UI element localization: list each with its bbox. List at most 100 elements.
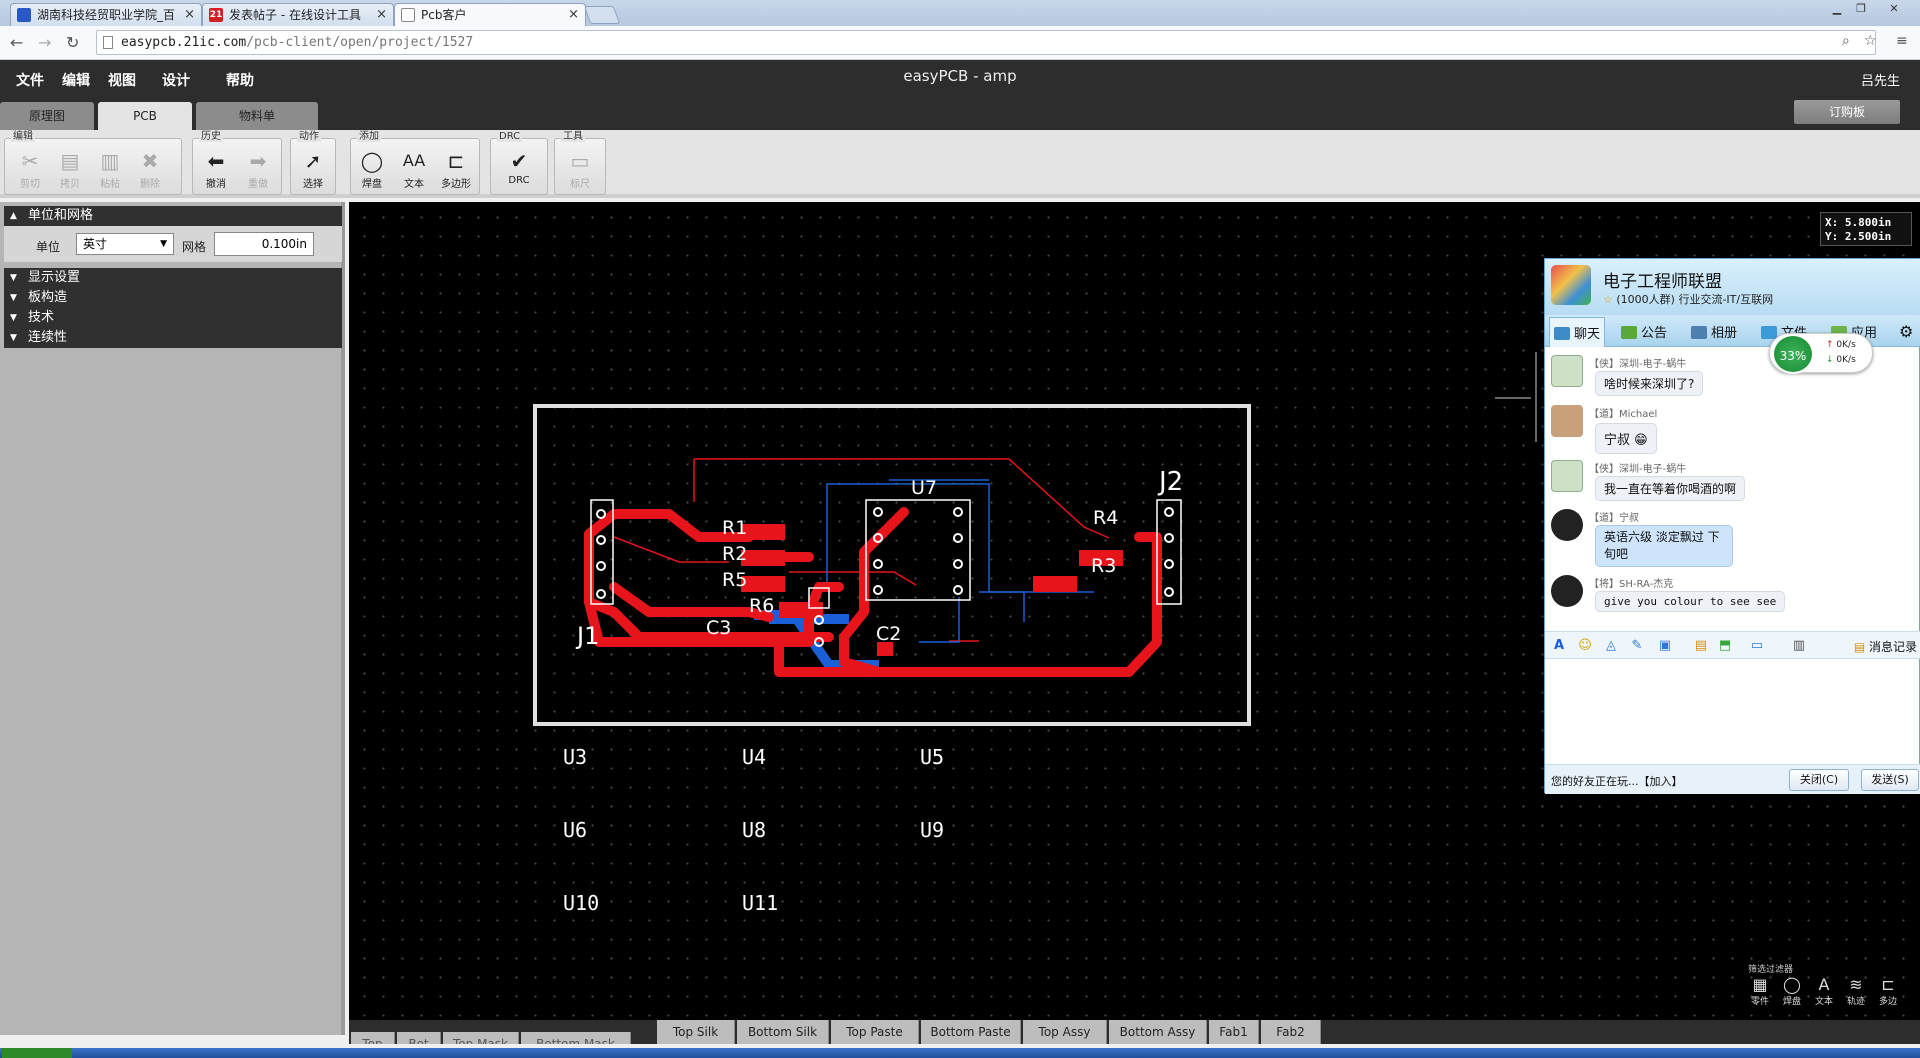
cursor-coordinates: X: 5.800in Y: 2.500in [1820,212,1912,246]
layer-tab-bottom-silk[interactable]: Bottom Silk [737,1020,829,1044]
send-button[interactable]: 发送(S) [1861,769,1919,791]
menu-icon[interactable]: ≡ [1896,33,1908,49]
reload-icon[interactable]: ↻ [66,33,79,52]
network-speed-widget[interactable]: 33% ↑ 0K/s ↓ 0K/s [1769,333,1873,374]
font-icon[interactable]: A [1551,638,1567,654]
delete-button[interactable]: ✖ 删除 [131,149,169,190]
filter-pads[interactable]: ◯ 焊盘 [1778,976,1806,1008]
layer-tab-top-mask[interactable]: Top Mask [443,1032,519,1044]
browser-tab-2[interactable]: 21 发表帖子 - 在线设计工具 × [202,3,394,26]
new-tab-button[interactable] [583,6,621,24]
section-technology[interactable]: ▼ 技术 [4,308,342,328]
part-u9[interactable]: U9 [920,818,944,842]
select-button[interactable]: ➚ 选择 [294,149,332,190]
user-avatar [1551,405,1583,437]
forward-arrow-icon[interactable]: → [38,33,51,52]
add-pad-button[interactable]: ◯ 焊盘 [353,149,391,190]
chat-tab-label: 公告 [1641,326,1668,341]
drc-button[interactable]: ✔ DRC [500,149,538,186]
group-label: DRC [497,131,523,142]
label-c3: C3 [706,617,731,639]
close-icon[interactable]: × [376,4,387,26]
part-u8[interactable]: U8 [742,818,766,842]
filter-text[interactable]: A 文本 [1810,976,1838,1008]
section-units-grid[interactable]: ▲ 单位和网格 [4,206,342,226]
zoom-icon[interactable]: ⌕ [1842,33,1850,49]
filter-parts[interactable]: ▦ 零件 [1746,976,1774,1008]
chat-tab-chat[interactable]: 聊天 [1549,317,1606,347]
section-board[interactable]: ▼ 板构造 [4,288,342,308]
more-icon[interactable]: ▥ [1791,638,1807,654]
add-text-button[interactable]: AA 文本 [395,149,433,190]
screenshot-icon[interactable]: ▭ [1749,638,1765,654]
expand-arrow-icon: ▼ [10,273,17,283]
message-history-link[interactable]: ▤ 消息记录 [1854,638,1917,655]
layer-tab-bottom-paste[interactable]: Bottom Paste [921,1020,1021,1044]
start-button[interactable] [2,1048,72,1058]
layer-tab-top-paste[interactable]: Top Paste [831,1020,919,1044]
share-icon[interactable]: ⬒ [1717,638,1733,654]
chat-group-name: 电子工程师联盟 [1603,272,1722,292]
note-icon[interactable]: ▤ [1693,638,1709,654]
url-input[interactable]: easypcb.21ic.com/pcb-client/open/project… [96,30,1876,55]
chat-tab-album[interactable]: 相册 [1691,322,1737,341]
layer-tab-top[interactable]: Top [351,1032,395,1044]
minimize-icon[interactable]: ▁ [1826,2,1848,17]
part-u10[interactable]: U10 [563,891,599,915]
close-icon[interactable]: × [568,4,579,26]
layer-tab-fab1[interactable]: Fab1 [1209,1020,1259,1044]
layer-tab-bottom-assy[interactable]: Bottom Assy [1109,1020,1207,1044]
filter-tracks[interactable]: ≋ 轨迹 [1842,976,1870,1008]
close-chat-button[interactable]: 关闭(C) [1789,769,1849,791]
part-u6[interactable]: U6 [563,818,587,842]
label-j1: J1 [575,622,599,650]
grid-input[interactable]: 0.100in [214,232,314,256]
user-name[interactable]: 吕先生 [1861,70,1900,89]
coord-x: X: 5.800in [1825,216,1892,229]
copy-button[interactable]: ▤ 拷贝 [51,149,89,190]
ruler-button[interactable]: ▭ 标尺 [561,149,599,190]
emoji-icon[interactable]: ☺ [1577,638,1593,654]
chat-tab-notice[interactable]: 公告 [1621,322,1667,341]
filter-polygons[interactable]: ⊏ 多边 [1874,976,1902,1008]
layer-tab-top-silk[interactable]: Top Silk [657,1020,735,1044]
tab-pcb[interactable]: PCB [98,102,192,130]
friend-status[interactable]: 您的好友正在玩...【加入】 [1551,773,1683,789]
window-close-icon[interactable]: ✕ [1874,2,1914,17]
part-u11[interactable]: U11 [742,891,778,915]
layer-tab-bottom-mask[interactable]: Bottom Mask [521,1032,631,1044]
j2-pad [1164,507,1174,517]
settings-gear-icon[interactable]: ⚙ [1899,322,1913,341]
chat-messages: 【侠】深圳-电子-蜗牛 啥时候来深圳了? 【道】Michael 宁叔 😁 【侠】… [1545,347,1920,627]
tab-bom[interactable]: 物料单 [196,102,318,130]
browser-tab-1[interactable]: 湖南科技经贸职业学院_百 × [10,3,202,26]
part-u3[interactable]: U3 [563,745,587,769]
redo-button[interactable]: ➡ 重做 [239,149,277,190]
close-icon[interactable]: × [184,4,195,26]
section-display[interactable]: ▼ 显示设置 [4,268,342,288]
star-icon: ☆ [1603,293,1613,306]
tab-schematic[interactable]: 原理图 [0,102,94,130]
unit-select[interactable]: 英寸 ▼ [76,233,174,255]
image-icon[interactable]: ▣ [1657,638,1673,654]
part-u5[interactable]: U5 [920,745,944,769]
undo-button[interactable]: ⬅ 撤消 [197,149,235,190]
bookmark-star-icon[interactable]: ☆ [1864,33,1877,49]
order-board-button[interactable]: 订购板 [1794,100,1900,124]
layer-tab-top-assy[interactable]: Top Assy [1023,1020,1107,1044]
nudge-icon[interactable]: ◬ [1603,638,1619,654]
back-arrow-icon[interactable]: ← [10,33,23,52]
message-bubble: 我一直在等着你喝酒的啊 [1595,476,1746,501]
add-polygon-button[interactable]: ⊏ 多边形 [437,149,475,190]
cut-button[interactable]: ✂ 剪切 [11,149,49,190]
section-continuity[interactable]: ▼ 连续性 [4,328,342,348]
edit-icon[interactable]: ✎ [1629,638,1645,654]
layer-tab-fab2[interactable]: Fab2 [1261,1020,1321,1044]
unit-label: 单位 [36,240,61,254]
paste-button[interactable]: ▥ 粘帖 [91,149,129,190]
group-chat-window[interactable]: 电子工程师联盟 ☆ (1000人群) 行业交流-IT/互联网 聊天 公告 相册 … [1544,258,1920,794]
browser-tab-3[interactable]: Pcb客户 × [394,3,586,26]
part-u4[interactable]: U4 [742,745,766,769]
layer-tab-bot[interactable]: Bot [397,1032,441,1044]
restore-icon[interactable]: ❐ [1850,2,1872,17]
